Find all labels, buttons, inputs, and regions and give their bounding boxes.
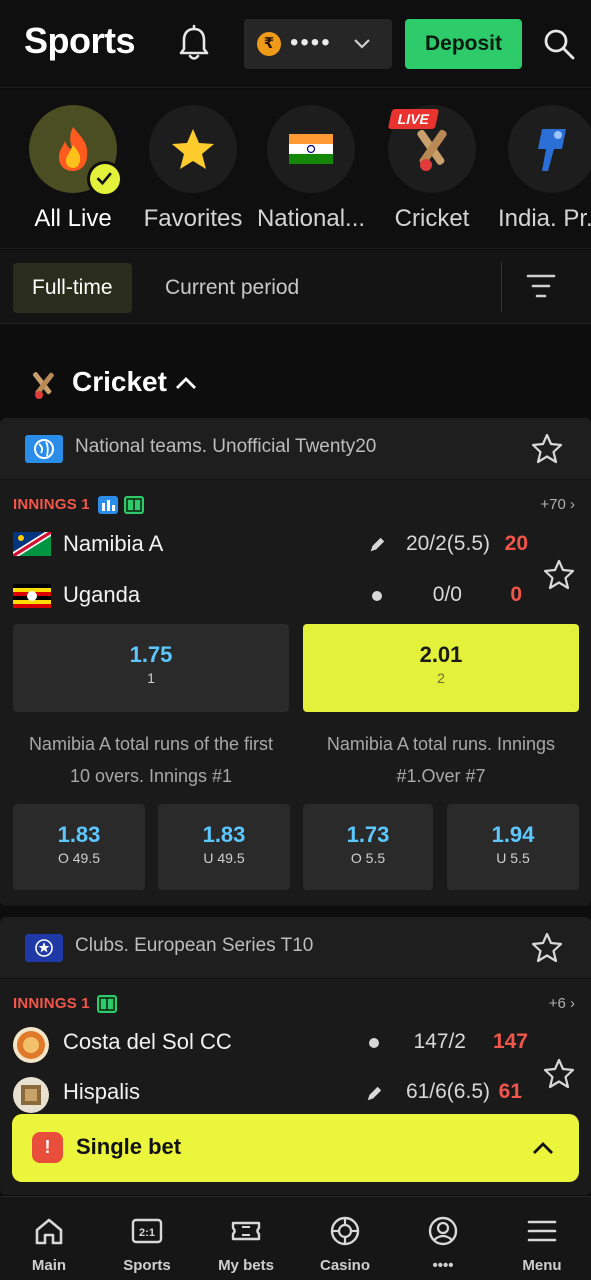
nav-main[interactable]: Main: [0, 1197, 98, 1280]
odds-button-team1[interactable]: 1.75 1: [13, 624, 289, 712]
odds-button-over[interactable]: 1.83 O 49.5: [13, 804, 145, 890]
balance-dropdown[interactable]: ₹ ••••: [244, 19, 392, 69]
favorite-star-icon[interactable]: [543, 1057, 575, 1089]
betslip-label: Single bet: [76, 1134, 182, 1159]
section-title: Cricket: [72, 366, 167, 397]
team-name: Uganda: [63, 582, 141, 607]
chevron-up-icon: [533, 1142, 553, 1154]
category-label: India. Pr...: [497, 205, 591, 232]
cricket-icon: [32, 372, 54, 399]
more-markets-link[interactable]: +6 ›: [549, 995, 575, 1012]
category-favorites[interactable]: Favorites: [134, 105, 252, 233]
costa-del-sol-logo-icon: [13, 1027, 49, 1063]
category-carousel: All Live Favorites National... LIVE Cric…: [0, 89, 591, 249]
team-score: 61/6(6.5): [405, 1080, 490, 1103]
filter-icon[interactable]: [526, 272, 556, 300]
hispalis-logo-icon: [13, 1077, 49, 1113]
uganda-flag-icon: [13, 584, 51, 608]
match-card: National teams. Unofficial Twenty20 INNI…: [0, 418, 591, 906]
match-status: INNINGS 1: [13, 496, 90, 513]
favorite-star-icon[interactable]: [531, 432, 563, 464]
more-markets-link[interactable]: +70 ›: [540, 496, 575, 513]
scoreboard-icon: 2:1: [131, 1218, 163, 1244]
pencil-icon: [370, 537, 385, 552]
league-name: National teams. Unofficial Twenty20: [75, 436, 377, 457]
team-runs: 0: [510, 583, 522, 606]
market-title: Namibia A total runs of the first 10 ove…: [28, 734, 274, 786]
team-score: 147/2: [413, 1030, 466, 1053]
menu-icon: [527, 1220, 557, 1242]
nav-sports[interactable]: 2:1 Sports: [98, 1197, 196, 1280]
ipl-logo-icon: [538, 129, 566, 171]
globe-icon: [25, 435, 63, 463]
top-header: Sports ₹ •••• Deposit: [0, 0, 591, 88]
divider: [501, 262, 502, 312]
page-title: Sports: [24, 20, 136, 61]
category-national[interactable]: National...: [252, 105, 370, 233]
category-cricket[interactable]: LIVE Cricket: [373, 105, 491, 233]
team-name: Costa del Sol CC: [63, 1029, 232, 1054]
live-badge: LIVE: [387, 109, 440, 129]
namibia-flag-icon: [13, 532, 51, 556]
stats-icon[interactable]: [98, 496, 118, 514]
category-label: Favorites: [143, 205, 243, 232]
chevron-up-icon: [176, 377, 196, 389]
nav-casino[interactable]: Casino: [296, 1197, 394, 1280]
period-filter-bar: Full-time Current period: [0, 250, 591, 324]
team-score: 20/2(5.5): [405, 532, 490, 555]
nav-profile[interactable]: ••••: [394, 1197, 492, 1280]
league-name: Clubs. European Series T10: [75, 935, 314, 956]
ticket-icon: [231, 1221, 261, 1241]
champions-league-icon: [25, 934, 63, 962]
odds-button-under[interactable]: 1.83 U 49.5: [158, 804, 290, 890]
category-all-live[interactable]: All Live: [14, 105, 132, 233]
profile-icon: [428, 1216, 458, 1246]
nav-my-bets[interactable]: My bets: [197, 1197, 295, 1280]
india-flag-icon: [289, 134, 333, 164]
category-label: National...: [256, 205, 366, 232]
star-icon: [172, 129, 214, 169]
tab-current-period[interactable]: Current period: [146, 263, 318, 313]
odds-button-over[interactable]: 1.73 O 5.5: [303, 804, 433, 890]
pencil-icon: [367, 1086, 382, 1101]
category-india-premier[interactable]: India. Pr...: [493, 105, 591, 233]
team-runs: 147: [492, 1030, 528, 1053]
category-label: Cricket: [394, 205, 470, 232]
favorite-star-icon[interactable]: [531, 931, 563, 963]
market-title: Namibia A total runs. Innings #1.Over #7: [326, 734, 556, 786]
team-name: Hispalis: [63, 1079, 141, 1104]
league-header[interactable]: Clubs. European Series T10: [0, 917, 591, 979]
chevron-down-icon: [354, 39, 370, 49]
check-icon: [87, 161, 123, 197]
bottom-navigation: Main 2:1 Sports My bets Casino •••• Menu: [0, 1196, 591, 1280]
svg-text:2:1: 2:1: [139, 1227, 155, 1239]
single-bet-bar[interactable]: ! Single bet: [12, 1114, 579, 1182]
odds-button-under[interactable]: 1.94 U 5.5: [447, 804, 579, 890]
bell-icon[interactable]: [176, 24, 212, 64]
odds-button-team2[interactable]: 2.01 2: [303, 624, 579, 712]
match-status: INNINGS 1: [13, 995, 90, 1012]
field-icon[interactable]: [97, 995, 117, 1013]
favorite-star-icon[interactable]: [543, 558, 575, 590]
alert-icon: !: [32, 1132, 63, 1163]
tab-full-time[interactable]: Full-time: [13, 263, 132, 313]
chip-icon: [330, 1216, 360, 1246]
nav-menu[interactable]: Menu: [493, 1197, 591, 1280]
home-icon: [35, 1218, 63, 1245]
serving-dot-icon: [372, 591, 382, 601]
team-runs: 20: [504, 532, 528, 555]
search-icon[interactable]: [542, 27, 576, 61]
team-runs: 61: [498, 1080, 522, 1103]
team-name: Namibia A: [63, 531, 164, 556]
field-icon[interactable]: [124, 496, 144, 514]
serving-dot-icon: [369, 1038, 379, 1048]
balance-mask: ••••: [290, 29, 332, 56]
team-score: 0/0: [432, 583, 462, 606]
deposit-button[interactable]: Deposit: [405, 19, 522, 69]
league-header[interactable]: National teams. Unofficial Twenty20: [0, 418, 591, 480]
category-label: All Live: [34, 205, 112, 232]
rupee-icon: ₹: [257, 32, 281, 56]
